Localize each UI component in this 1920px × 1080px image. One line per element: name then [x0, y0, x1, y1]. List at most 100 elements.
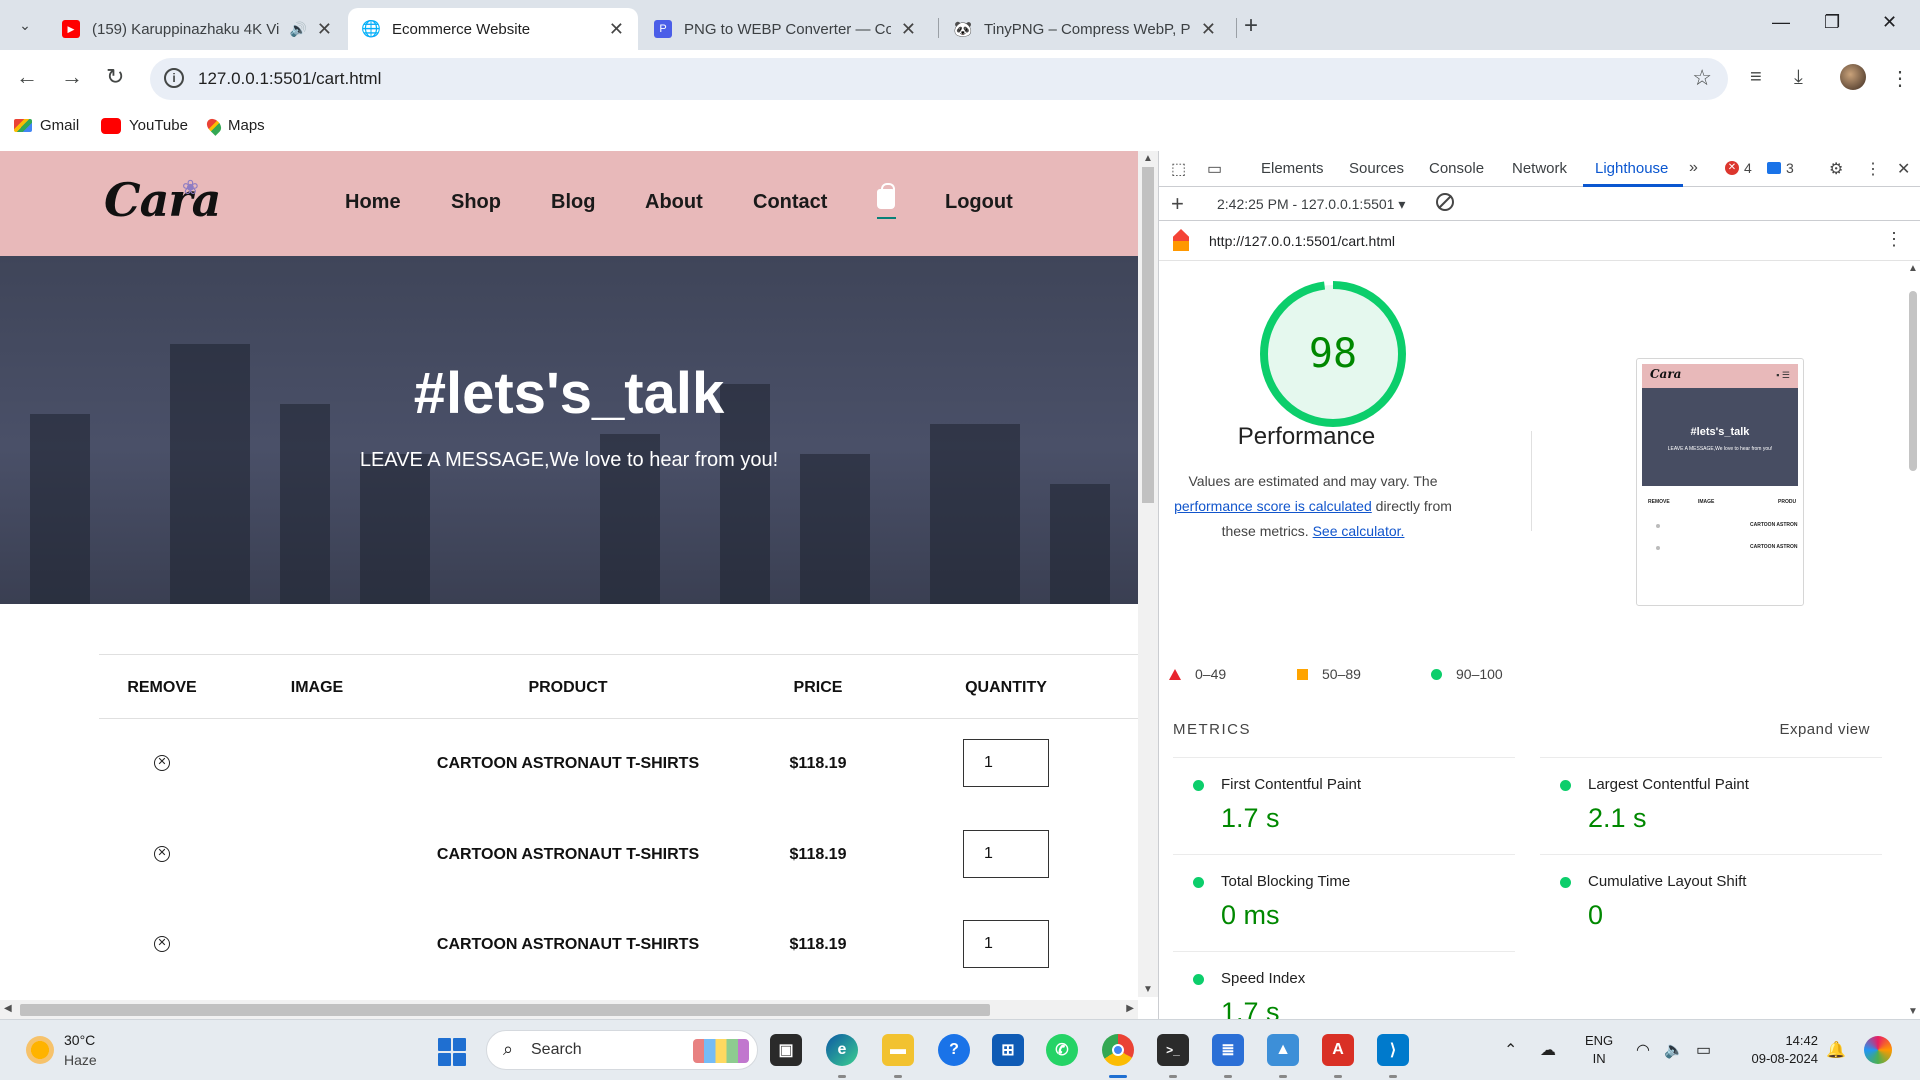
scroll-down-icon[interactable]: ▼ [1143, 984, 1153, 995]
whatsapp-icon[interactable]: ✆ [1046, 1034, 1078, 1066]
system-clock[interactable]: 14:42 09-08-2024 [1738, 1032, 1819, 1068]
nav-home[interactable]: Home [345, 191, 401, 214]
chrome-menu-icon[interactable]: ⋮ [1890, 66, 1910, 91]
scroll-up-icon[interactable]: ▲ [1143, 153, 1153, 164]
notepad-icon[interactable]: ≣ [1212, 1034, 1244, 1066]
back-arrow-icon[interactable]: ← [16, 64, 38, 90]
see-calculator-link[interactable]: See calculator. [1313, 523, 1405, 539]
battery-icon[interactable]: ▭ [1696, 1040, 1711, 1060]
onedrive-cloud-icon[interactable]: ☁ [1540, 1040, 1556, 1060]
new-report-icon[interactable]: + [1171, 191, 1184, 217]
quantity-input[interactable]: 1 [963, 739, 1049, 787]
device-toolbar-icon[interactable]: ▭ [1207, 159, 1222, 179]
scrollbar-thumb[interactable] [1909, 291, 1917, 471]
devtools-scrollbar[interactable]: ▲ ▼ [1904, 261, 1920, 1019]
tab-search-button[interactable]: ⌄ [10, 10, 40, 40]
nav-blog[interactable]: Blog [551, 191, 595, 214]
tab-png-webp[interactable]: P PNG to WEBP Converter — Con ✕ [640, 8, 930, 50]
windows-start-icon[interactable] [438, 1038, 466, 1066]
report-selector[interactable]: 2:42:25 PM - 127.0.0.1:5501 ▾ [1217, 196, 1405, 213]
devtools-tab-elements[interactable]: Elements [1261, 160, 1324, 177]
devtools-tab-console[interactable]: Console [1429, 160, 1484, 177]
nav-shop[interactable]: Shop [451, 191, 501, 214]
wifi-icon[interactable]: ◠ [1636, 1040, 1650, 1060]
media-controls-icon[interactable]: ≡ [1750, 66, 1762, 89]
scroll-left-icon[interactable]: ◀ [4, 1003, 12, 1014]
address-url[interactable]: 127.0.0.1:5501/cart.html [198, 69, 381, 89]
tab-tinypng[interactable]: 🐼 TinyPNG – Compress WebP, PN ✕ [940, 8, 1230, 50]
close-window-icon[interactable]: ✕ [1882, 12, 1897, 33]
photos-icon[interactable]: ▲ [1267, 1034, 1299, 1066]
remove-item-icon[interactable]: ✕ [154, 846, 170, 862]
error-count-badge[interactable]: ✕ 4 [1725, 160, 1752, 176]
help-icon[interactable]: ? [938, 1034, 970, 1066]
forward-arrow-icon[interactable]: → [61, 64, 83, 90]
new-tab-button[interactable]: + [1244, 12, 1258, 40]
devtools-menu-icon[interactable]: ⋮ [1865, 159, 1881, 179]
inspect-element-icon[interactable]: ⬚ [1171, 159, 1186, 179]
tab-youtube[interactable]: ▶ (159) Karuppinazhaku 4K Vi 🔊 ✕ [48, 8, 346, 50]
report-url[interactable]: http://127.0.0.1:5501/cart.html [1209, 233, 1395, 249]
notification-bell-icon[interactable]: 🔔 [1826, 1040, 1846, 1060]
restore-icon[interactable]: ❐ [1824, 12, 1840, 33]
page-vertical-scrollbar[interactable]: ▲ ▼ [1138, 151, 1158, 997]
site-info-icon[interactable]: i [164, 68, 184, 88]
weather-condition[interactable]: Haze [64, 1052, 97, 1068]
bookmark-youtube[interactable]: YouTube [101, 117, 188, 134]
language-indicator[interactable]: ENG IN [1585, 1032, 1613, 1068]
close-tab-icon[interactable]: ✕ [901, 19, 916, 40]
scroll-down-icon[interactable]: ▼ [1908, 1006, 1918, 1017]
more-tabs-icon[interactable]: » [1689, 159, 1698, 177]
store-icon[interactable]: ⊞ [992, 1034, 1024, 1066]
clear-reports-icon[interactable] [1436, 193, 1454, 211]
copilot-icon[interactable] [1864, 1036, 1892, 1064]
performance-gauge[interactable]: 98 [1257, 278, 1409, 430]
download-icon[interactable]: ⤓ [1794, 66, 1803, 89]
close-tab-icon[interactable]: ✕ [317, 19, 332, 40]
page-horizontal-scrollbar[interactable]: ◀ ▶ [0, 1000, 1138, 1019]
acrobat-icon[interactable]: A [1322, 1034, 1354, 1066]
speaker-icon[interactable]: 🔊 [289, 21, 306, 38]
taskbar-search[interactable]: ⌕ Search [486, 1030, 758, 1070]
devtools-tab-network[interactable]: Network [1512, 160, 1567, 177]
devtools-tab-sources[interactable]: Sources [1349, 160, 1404, 177]
message-count-badge[interactable]: 3 [1767, 160, 1794, 176]
settings-gear-icon[interactable]: ⚙ [1829, 159, 1843, 179]
report-menu-icon[interactable]: ⋮ [1885, 229, 1903, 250]
remove-item-icon[interactable]: ✕ [154, 936, 170, 952]
nav-about[interactable]: About [645, 191, 703, 214]
quantity-input[interactable]: 1 [963, 920, 1049, 968]
remove-item-icon[interactable]: ✕ [154, 755, 170, 771]
edge-icon[interactable]: e [826, 1034, 858, 1066]
scroll-up-icon[interactable]: ▲ [1908, 263, 1918, 274]
nav-logout[interactable]: Logout [945, 191, 1013, 214]
weather-haze-icon[interactable] [26, 1036, 54, 1064]
shopping-bag-icon[interactable] [877, 183, 895, 209]
score-calculation-link[interactable]: performance score is calculated [1174, 498, 1372, 514]
profile-avatar[interactable] [1840, 64, 1866, 90]
show-hidden-icons-chevron-icon[interactable]: ⌃ [1504, 1040, 1517, 1060]
quantity-input[interactable]: 1 [963, 830, 1049, 878]
close-tab-icon[interactable]: ✕ [609, 19, 624, 40]
bookmark-gmail[interactable]: Gmail [14, 117, 79, 134]
file-explorer-icon[interactable]: ▬ [882, 1034, 914, 1066]
task-view-icon[interactable]: ▣ [770, 1034, 802, 1066]
expand-view-toggle[interactable]: Expand view [1779, 721, 1870, 738]
scrollbar-thumb[interactable] [20, 1004, 990, 1016]
close-devtools-icon[interactable]: ✕ [1897, 159, 1910, 179]
scroll-right-icon[interactable]: ▶ [1126, 1003, 1134, 1014]
bookmark-maps[interactable]: Maps [204, 115, 265, 136]
nav-contact[interactable]: Contact [753, 191, 827, 214]
close-tab-icon[interactable]: ✕ [1201, 19, 1216, 40]
weather-temperature[interactable]: 30°C [64, 1032, 95, 1048]
terminal-icon[interactable]: >_ [1157, 1034, 1189, 1066]
scrollbar-thumb[interactable] [1142, 167, 1154, 503]
address-bar[interactable]: i 127.0.0.1:5501/cart.html ☆ [150, 58, 1728, 100]
vscode-icon[interactable]: ⟩ [1377, 1034, 1409, 1066]
devtools-tab-lighthouse[interactable]: Lighthouse [1595, 160, 1668, 177]
site-logo[interactable]: Cara [104, 173, 221, 227]
tab-ecommerce[interactable]: 🌐 Ecommerce Website ✕ [348, 8, 638, 50]
minimize-icon[interactable]: — [1772, 12, 1790, 33]
bookmark-star-icon[interactable]: ☆ [1692, 65, 1712, 91]
chrome-icon[interactable] [1102, 1034, 1134, 1066]
